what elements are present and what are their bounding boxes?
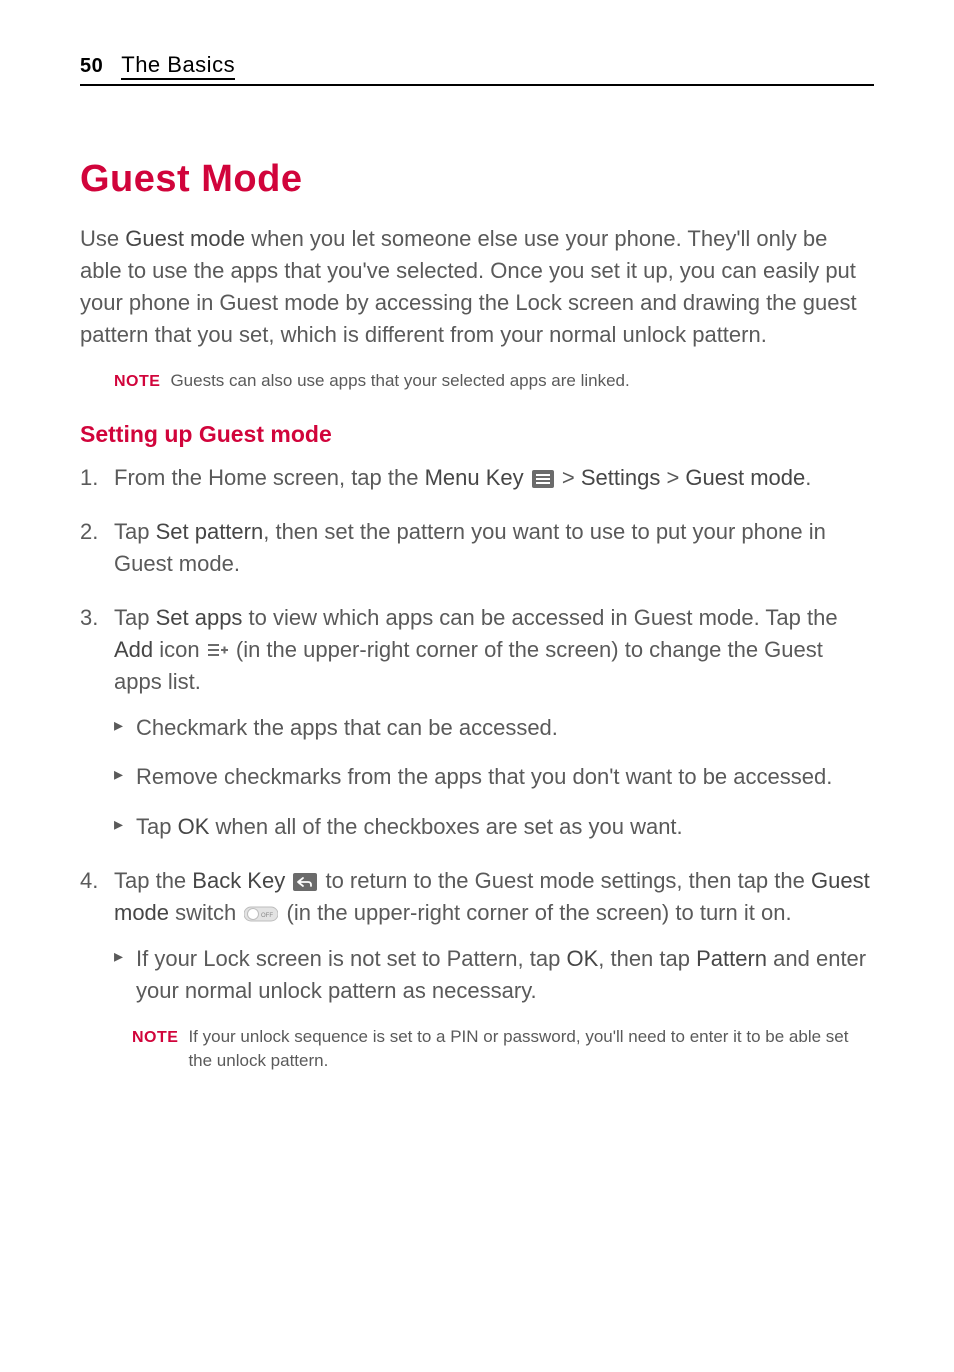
step-3-bullets: Checkmark the apps that can be accessed.… — [114, 712, 874, 844]
bullet-text: Checkmark the apps that can be accessed. — [136, 715, 558, 740]
menu-key-icon — [532, 470, 554, 488]
step-2: Tap Set pattern, then set the pattern yo… — [80, 516, 874, 580]
step-bold: Settings — [581, 465, 661, 490]
page-title: Guest Mode — [80, 158, 874, 201]
add-icon — [208, 642, 228, 660]
step-text: icon — [153, 637, 206, 662]
step-bold: Set pattern — [156, 519, 264, 544]
step-bold: Add — [114, 637, 153, 662]
step-text: Tap the — [114, 868, 192, 893]
step-bold: Set apps — [156, 605, 243, 630]
step-text: to view which apps can be accessed in Gu… — [242, 605, 837, 630]
page: 50 The Basics Guest Mode Use Guest mode … — [0, 0, 954, 1372]
bullet-bold: OK — [178, 814, 210, 839]
page-header: 50 The Basics — [80, 52, 874, 86]
step-text: (in the upper-right corner of the screen… — [280, 900, 791, 925]
page-number: 50 — [80, 55, 103, 78]
step-text: switch — [169, 900, 242, 925]
step-4: Tap the Back Key to return to the Guest … — [80, 865, 874, 1074]
svg-text:OFF: OFF — [261, 913, 273, 919]
bullet-item: If your Lock screen is not set to Patter… — [114, 943, 874, 1007]
step-bold: Guest mode — [685, 465, 805, 490]
steps-list: From the Home screen, tap the Menu Key >… — [80, 462, 874, 1074]
subtitle: Setting up Guest mode — [80, 421, 874, 448]
step-1: From the Home screen, tap the Menu Key >… — [80, 462, 874, 494]
step-text: to return to the Guest mode settings, th… — [319, 868, 811, 893]
back-key-icon — [293, 873, 317, 891]
intro-bold: Guest mode — [125, 226, 245, 251]
step-text: Tap — [114, 519, 156, 544]
step-text: From the Home screen, tap the — [114, 465, 425, 490]
step-3: Tap Set apps to view which apps can be a… — [80, 602, 874, 843]
bullet-item: Checkmark the apps that can be accessed. — [114, 712, 874, 744]
step-4-bullets: If your Lock screen is not set to Patter… — [114, 943, 874, 1007]
bullet-bold: Pattern — [696, 946, 767, 971]
note-block: NOTE Guests can also use apps that your … — [114, 369, 874, 394]
bullet-text: , then tap — [598, 946, 696, 971]
bullet-item: Remove checkmarks from the apps that you… — [114, 761, 874, 793]
note-label: NOTE — [132, 1026, 178, 1049]
intro-text: Use — [80, 226, 125, 251]
step-bold: Menu Key — [425, 465, 524, 490]
step-text: . — [805, 465, 811, 490]
note-block: NOTE If your unlock sequence is set to a… — [132, 1025, 874, 1074]
bullet-text: Remove checkmarks from the apps that you… — [136, 764, 832, 789]
bullet-text: If your Lock screen is not set to Patter… — [136, 946, 566, 971]
bullet-item: Tap OK when all of the checkboxes are se… — [114, 811, 874, 843]
note-text: Guests can also use apps that your selec… — [170, 369, 629, 394]
section-name: The Basics — [121, 52, 235, 80]
bullet-text: when all of the checkboxes are set as yo… — [209, 814, 682, 839]
note-label: NOTE — [114, 370, 160, 393]
step-bold: Back Key — [192, 868, 285, 893]
step-text: Tap — [114, 605, 156, 630]
intro-paragraph: Use Guest mode when you let someone else… — [80, 223, 874, 351]
bullet-text: Tap — [136, 814, 178, 839]
step-text: > — [556, 465, 581, 490]
bullet-bold: OK — [566, 946, 598, 971]
step-text: > — [660, 465, 685, 490]
switch-icon: OFF — [244, 905, 278, 923]
note-text: If your unlock sequence is set to a PIN … — [188, 1025, 874, 1074]
